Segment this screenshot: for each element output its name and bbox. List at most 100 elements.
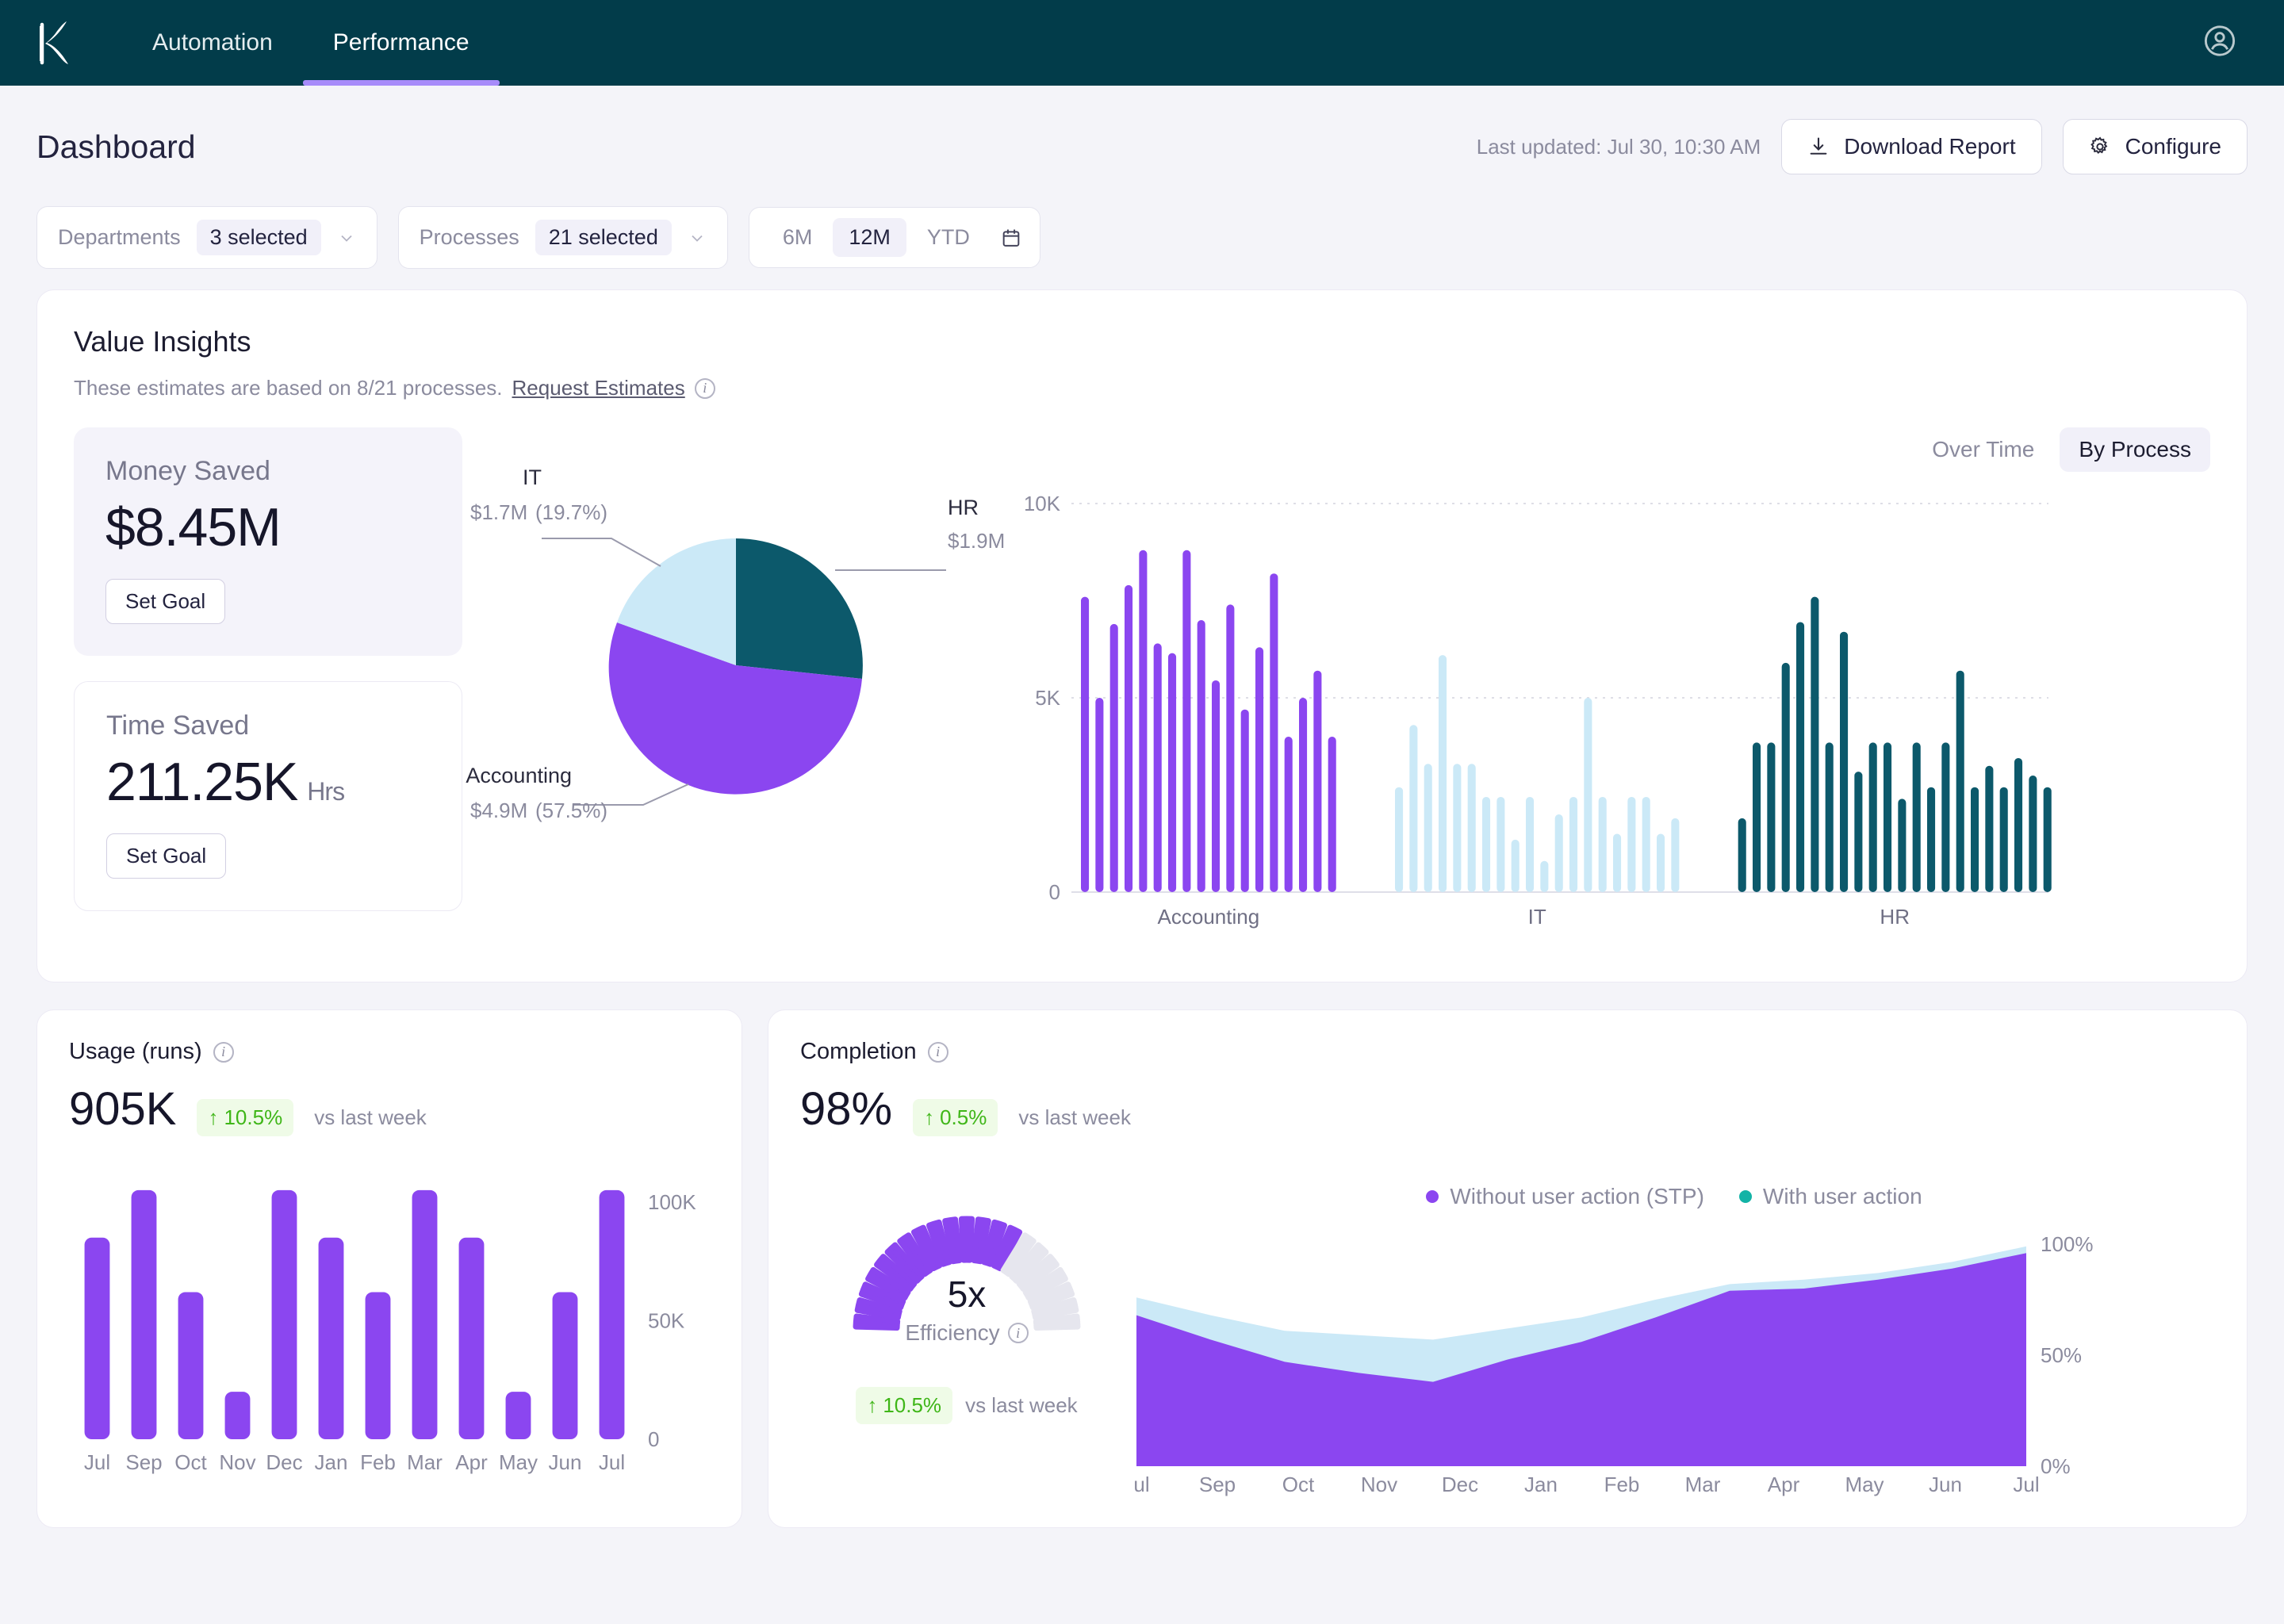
usage-bar-svg: JulSepOctNovDecJanFebMarAprMayJunJul050K… (69, 1159, 711, 1476)
request-estimates-link[interactable]: Request Estimates (512, 376, 685, 400)
legend-label-with-action: With user action (1763, 1184, 1922, 1209)
svg-text:Jul: Jul (599, 1450, 625, 1474)
completion-delta-note: vs last week (1018, 1105, 1131, 1130)
svg-text:0%: 0% (2041, 1454, 2071, 1478)
value-insights-card: Value Insights These estimates are based… (36, 289, 2248, 982)
info-icon[interactable]: i (1008, 1323, 1029, 1343)
money-saved-pie-chart: HR $1.9M (23.2%) IT $1.7M (19.7%) Accoun… (462, 427, 1010, 940)
pie-value-accounting: $4.9M (470, 799, 527, 822)
area-chart-legend: Without user action (STP) With user acti… (1133, 1184, 2215, 1209)
departments-filter[interactable]: Departments 3 selected (36, 206, 377, 269)
svg-text:50%: 50% (2041, 1343, 2082, 1367)
svg-text:Apr: Apr (1768, 1473, 1800, 1496)
tab-automation[interactable]: Automation (122, 0, 303, 86)
configure-button[interactable]: Configure (2063, 119, 2248, 174)
tab-performance[interactable]: Performance (303, 0, 500, 86)
svg-text:Sep: Sep (125, 1450, 162, 1474)
bottom-metrics-row: Usage (runs) i 905K ↑ 10.5% vs last week… (0, 982, 2284, 1560)
completion-delta-badge: ↑ 0.5% (913, 1099, 998, 1136)
legend-item-stp[interactable]: Without user action (STP) (1426, 1184, 1704, 1209)
processes-filter-label: Processes (420, 225, 519, 250)
time-saved-label: Time Saved (106, 710, 430, 741)
svg-text:Sep: Sep (1199, 1473, 1236, 1496)
time-saved-value-row: 211.25KHrs (106, 751, 430, 813)
toggle-over-time[interactable]: Over Time (1913, 427, 2053, 472)
value-insights-body: Money Saved $8.45M Set Goal Time Saved 2… (74, 427, 2210, 940)
svg-text:Mar: Mar (407, 1450, 443, 1474)
user-circle-icon (2202, 23, 2238, 59)
pie-label-it: IT (523, 465, 542, 489)
svg-text:5K: 5K (1035, 686, 1060, 710)
time-saved-card: Time Saved 211.25KHrs Set Goal (74, 681, 462, 911)
time-saved-unit: Hrs (307, 777, 344, 806)
info-icon[interactable]: i (928, 1042, 948, 1063)
pie-percent-it: (19.7%) (535, 500, 607, 524)
pie-slice-hr[interactable] (736, 538, 863, 679)
pie-value-hr: $1.9M (948, 529, 1005, 553)
usage-metric-row: 905K ↑ 10.5% vs last week (69, 1082, 710, 1136)
departments-filter-value: 3 selected (197, 220, 321, 255)
processes-filter[interactable]: Processes 21 selected (398, 206, 728, 269)
svg-text:Nov: Nov (219, 1450, 255, 1474)
range-12m[interactable]: 12M (833, 218, 906, 257)
usage-delta-value: 10.5% (224, 1105, 282, 1130)
gauge-delta-badge: ↑ 10.5% (856, 1387, 952, 1424)
svg-text:0: 0 (1049, 880, 1060, 904)
svg-text:Oct: Oct (1282, 1473, 1315, 1496)
range-6m[interactable]: 6M (767, 218, 829, 257)
k-logo-icon[interactable] (36, 18, 81, 67)
svg-text:100%: 100% (2041, 1232, 2094, 1256)
svg-text:May: May (499, 1450, 538, 1474)
kpi-column: Money Saved $8.45M Set Goal Time Saved 2… (74, 427, 462, 940)
svg-text:50K: 50K (648, 1308, 685, 1332)
money-set-goal-button[interactable]: Set Goal (105, 579, 225, 624)
svg-text:HR: HR (1880, 905, 1910, 929)
toggle-by-process[interactable]: By Process (2060, 427, 2210, 472)
svg-text:Feb: Feb (360, 1450, 396, 1474)
completion-value: 98% (800, 1082, 892, 1136)
time-set-goal-button[interactable]: Set Goal (106, 833, 226, 879)
configure-label: Configure (2125, 134, 2221, 159)
money-saved-label: Money Saved (105, 456, 431, 487)
completion-delta-value: 0.5% (940, 1105, 987, 1130)
svg-text:Jan: Jan (315, 1450, 348, 1474)
gauge-center-text: 5x Efficiency i (808, 1273, 1125, 1346)
completion-body: 5x Efficiency i ↑ 10.5% vs last week (800, 1171, 2215, 1503)
arrow-up-icon: ↑ (924, 1105, 934, 1130)
arrow-up-icon: ↑ (867, 1393, 877, 1418)
usage-delta-badge: ↑ 10.5% (197, 1099, 293, 1136)
legend-label-stp: Without user action (STP) (1450, 1184, 1704, 1209)
usage-value: 905K (69, 1082, 176, 1136)
money-saved-card: Money Saved $8.45M Set Goal (74, 427, 462, 656)
pie-label-accounting: Accounting (466, 764, 572, 787)
account-avatar-button[interactable] (2202, 23, 2238, 63)
svg-text:Jul: Jul (2013, 1473, 2039, 1496)
gear-icon (2089, 136, 2111, 158)
svg-text:Jun: Jun (549, 1450, 582, 1474)
usage-card: Usage (runs) i 905K ↑ 10.5% vs last week… (36, 1009, 742, 1528)
pie-leader-it (542, 538, 661, 566)
value-by-process-chart: Over Time By Process 05K10KAccountingITH… (1010, 427, 2210, 940)
money-saved-value: $8.45M (105, 496, 431, 558)
info-icon[interactable]: i (695, 378, 715, 399)
calendar-icon[interactable] (1000, 227, 1022, 249)
svg-text:May: May (1845, 1473, 1884, 1496)
header-actions: Last updated: Jul 30, 10:30 AM Download … (1477, 119, 2248, 174)
pie-svg: HR $1.9M (23.2%) IT $1.7M (19.7%) Accoun… (462, 427, 1010, 903)
usage-header: Usage (runs) i (69, 1039, 710, 1065)
usage-title: Usage (runs) (69, 1039, 202, 1065)
download-report-button[interactable]: Download Report (1781, 119, 2041, 174)
svg-text:IT: IT (1528, 905, 1546, 929)
page-title: Dashboard (36, 128, 196, 166)
grouped-bar-svg: 05K10KAccountingITHR (1025, 492, 2056, 936)
filter-bar: Departments 3 selected Processes 21 sele… (0, 192, 2284, 289)
value-insights-subtitle: These estimates are based on 8/21 proces… (74, 376, 2210, 400)
processes-filter-value: 21 selected (535, 220, 672, 255)
range-ytd[interactable]: YTD (911, 218, 986, 257)
info-icon[interactable]: i (213, 1042, 234, 1063)
chevron-down-icon (337, 228, 356, 247)
completion-header: Completion i (800, 1039, 2215, 1065)
legend-item-with-action[interactable]: With user action (1739, 1184, 1922, 1209)
svg-text:10K: 10K (1025, 492, 1061, 515)
gauge-value: 5x (808, 1273, 1125, 1316)
